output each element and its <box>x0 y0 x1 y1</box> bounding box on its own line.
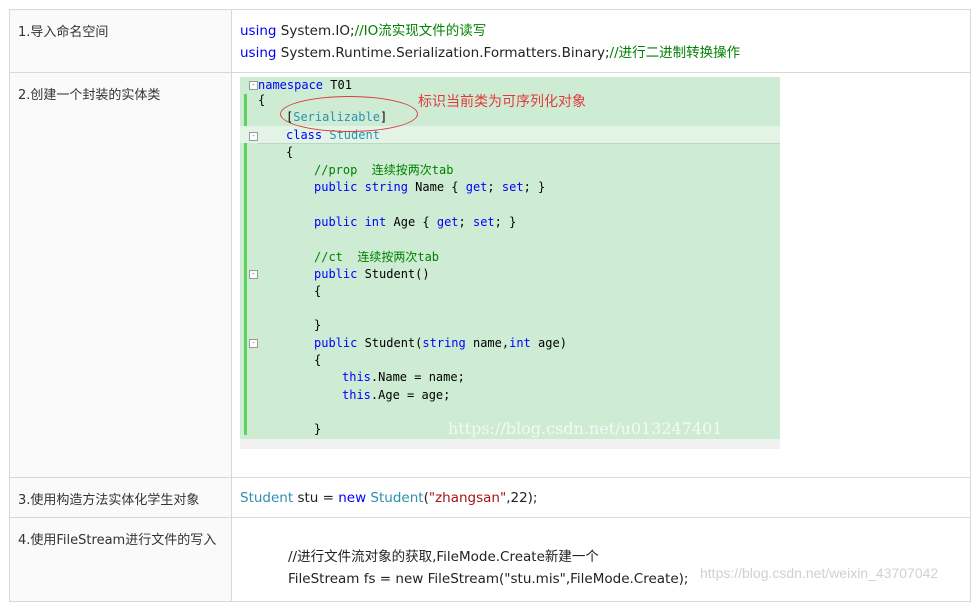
fold-minus-icon[interactable]: - <box>249 132 258 141</box>
table-row: 1.导入命名空间 using System.IO;//IO流实现文件的读写 us… <box>9 9 971 73</box>
code-line: this.Age = age; <box>342 388 451 402</box>
code-line: public int Age { get; set; } <box>314 215 517 229</box>
code-comment: //ct 连续按两次tab <box>314 250 440 264</box>
change-bar <box>244 143 247 435</box>
code-line: using System.Runtime.Serialization.Forma… <box>240 45 741 61</box>
code-line: { <box>314 353 322 367</box>
step-label: 4.使用FileStream进行文件的写入 <box>9 517 232 602</box>
code-line: using System.IO;//IO流实现文件的读写 <box>240 23 487 39</box>
annotation-text: 标识当前类为可序列化对象 <box>418 94 586 110</box>
step-content: //进行文件流对象的获取,FileMode.Create新建一个 FileStr… <box>231 517 971 602</box>
code-screenshot: - - - - namespace T01 { [Serializable] c… <box>240 77 780 449</box>
code-comment: //prop 连续按两次tab <box>314 163 454 177</box>
code-line: public Student() <box>314 267 430 281</box>
table-row: 4.使用FileStream进行文件的写入 //进行文件流对象的获取,FileM… <box>9 517 971 602</box>
table-row: 3.使用构造方法实体化学生对象 Student stu = new Studen… <box>9 477 971 518</box>
step-label: 1.导入命名空间 <box>9 9 232 73</box>
code-line: { <box>258 93 266 107</box>
page-watermark: https://blog.csdn.net/weixin_43707042 <box>700 565 939 581</box>
step-label: 2.创建一个封装的实体类 <box>9 72 232 478</box>
step-content: - - - - namespace T01 { [Serializable] c… <box>231 72 971 478</box>
code-line: } <box>314 422 322 436</box>
code-line: public Student(string name,int age) <box>314 336 567 350</box>
image-watermark: https://blog.csdn.net/u013247401 <box>448 419 723 438</box>
change-bar <box>244 94 247 126</box>
step-content: Student stu = new Student("zhangsan",22)… <box>231 477 971 518</box>
table-row: 2.创建一个封装的实体类 - - - - namespace T01 { [Se… <box>9 72 971 478</box>
code-line: namespace T01 <box>258 78 352 92</box>
code-line: } <box>314 318 322 332</box>
steps-table: 1.导入命名空间 using System.IO;//IO流实现文件的读写 us… <box>9 9 971 602</box>
fold-minus-icon[interactable]: - <box>249 339 258 348</box>
code-line: { <box>286 145 294 159</box>
annotation-ellipse <box>280 96 418 132</box>
code-bottom-strip <box>240 439 780 449</box>
fold-minus-icon[interactable]: - <box>249 270 258 279</box>
code-line: public string Name { get; set; } <box>314 180 546 194</box>
code-line: this.Name = name; <box>342 370 465 384</box>
fold-minus-icon[interactable]: - <box>249 81 258 90</box>
code-line: { <box>314 284 322 298</box>
step-content: using System.IO;//IO流实现文件的读写 using Syste… <box>231 9 971 73</box>
step-label: 3.使用构造方法实体化学生对象 <box>9 477 232 518</box>
